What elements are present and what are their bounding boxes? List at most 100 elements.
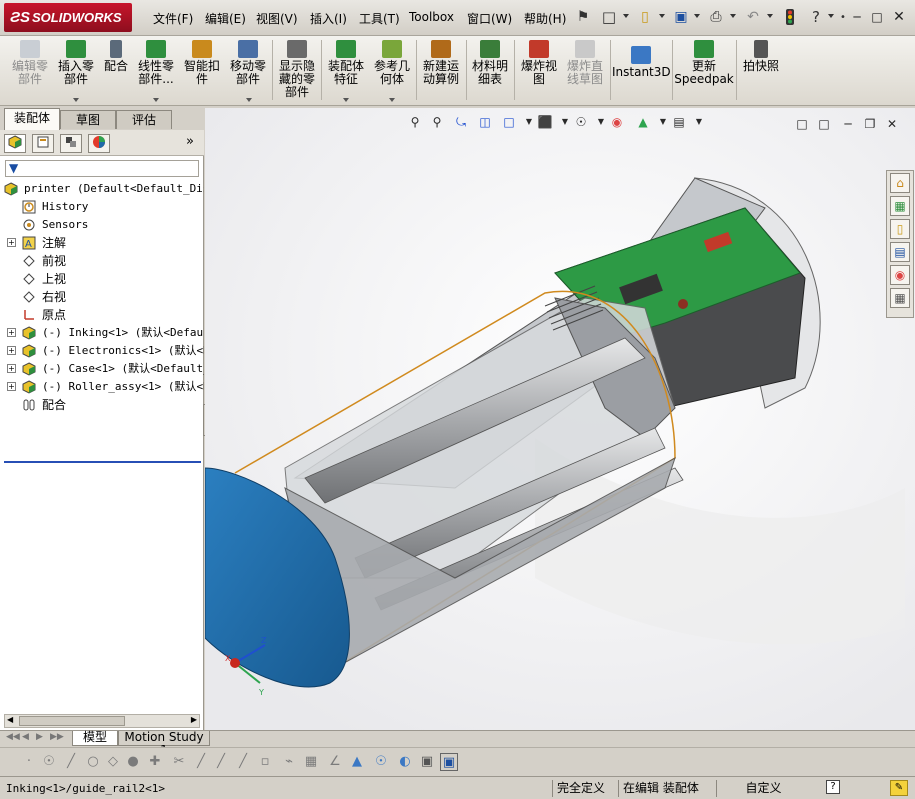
tree-item[interactable]: + (-) Inking<1> (默认<Defaul <box>0 324 204 342</box>
search-icon[interactable]: ▤ <box>890 242 910 262</box>
configuration-manager-tab[interactable] <box>60 134 82 153</box>
show-hidden-components-button[interactable]: 显示隐 藏的零 部件 <box>275 40 319 99</box>
expand-toggle-icon[interactable]: + <box>7 364 16 373</box>
rebuild-icon[interactable] <box>781 8 799 26</box>
tab-scroll-last-icon[interactable]: ▶▶ <box>50 732 64 742</box>
reference-geometry-dropdown[interactable] <box>389 98 395 102</box>
point-icon[interactable]: · <box>20 753 38 771</box>
doc-minimize-icon[interactable]: ─ <box>840 116 856 132</box>
origin-marker-icon[interactable]: ☉ <box>372 753 390 771</box>
close-icon[interactable]: ✕ <box>890 9 908 25</box>
rollback-bar[interactable] <box>4 461 201 463</box>
apply-scene-dropdown[interactable]: ▼ <box>655 114 671 130</box>
doc-restore-icon[interactable]: ❐ <box>862 116 878 132</box>
new-motion-study-button[interactable]: 新建运 动算例 <box>418 40 464 86</box>
restore-icon[interactable]: □ <box>868 9 886 25</box>
display-style-icon[interactable]: ⬛ <box>537 114 553 130</box>
tab-scroll-first-icon[interactable]: ◀◀ <box>6 732 20 742</box>
filter-icon[interactable]: ▼ <box>9 161 18 175</box>
tree-filter-input[interactable]: ▼ <box>5 160 199 177</box>
tab-evaluate[interactable]: 评估 <box>116 110 172 129</box>
print-dropdown-arrow[interactable] <box>730 14 736 18</box>
tab-sketch[interactable]: 草图 <box>60 110 116 129</box>
tree-item[interactable]: 上视 <box>0 270 204 288</box>
feature-manager-tab[interactable] <box>4 134 26 153</box>
tab-motion-study[interactable]: Motion Study 1 <box>118 731 210 757</box>
tree-item[interactable]: 右视 <box>0 288 204 306</box>
circle-icon[interactable]: ☉ <box>40 753 58 771</box>
scroll-thumb[interactable] <box>19 716 125 726</box>
view-orientation-icon[interactable]: □ <box>501 114 517 130</box>
mirror-icon[interactable]: ✚ <box>146 753 164 771</box>
move-component-button[interactable]: 移动零 部件 <box>227 40 269 86</box>
hide-show-items-icon[interactable]: ☉ <box>573 114 589 130</box>
zoom-to-area-icon[interactable]: ⚲ <box>429 114 445 130</box>
tree-item[interactable]: Sensors <box>0 216 204 234</box>
apply-scene-icon[interactable]: ▲ <box>635 114 651 130</box>
assembly-features-button[interactable]: 装配体 特征 <box>324 40 368 86</box>
diamond-icon[interactable]: ◇ <box>104 753 122 771</box>
dimension-icon[interactable]: ⌁ <box>280 753 298 771</box>
display-style-dropdown[interactable]: ▼ <box>557 114 573 130</box>
3d-sketch-icon[interactable]: ▲ <box>348 753 366 771</box>
tab-model[interactable]: 模型 <box>72 731 118 746</box>
appearances-icon[interactable]: ◉ <box>890 265 910 285</box>
new-document-icon[interactable]: □ <box>600 8 618 26</box>
menu-edit[interactable]: 编辑(E) <box>205 10 246 27</box>
previous-view-icon[interactable]: ⤿ <box>453 114 469 130</box>
quick-tip-icon[interactable]: ✎ <box>890 780 908 796</box>
new-dropdown-arrow[interactable] <box>623 14 629 18</box>
menu-tools[interactable]: 工具(T) <box>359 10 400 27</box>
polygon-icon[interactable]: ● <box>124 753 142 771</box>
help-icon[interactable]: ? <box>807 8 825 26</box>
edit-component-button[interactable]: 编辑零 部件 <box>6 40 54 86</box>
offset-icon[interactable]: ╱ <box>234 753 252 771</box>
open-folder-icon[interactable]: ▯ <box>636 8 654 26</box>
angle-icon[interactable]: ∠ <box>326 753 344 771</box>
ellipse-icon[interactable]: ○ <box>84 753 102 771</box>
tree-item[interactable]: 原点 <box>0 306 204 324</box>
tab-scroll-prev-icon[interactable]: ◀ <box>22 732 29 742</box>
property-manager-tab[interactable] <box>32 134 54 153</box>
box-icon[interactable]: ▣ <box>418 753 436 771</box>
menu-help[interactable]: 帮助(H) <box>524 10 566 27</box>
mate-button[interactable]: 配合 <box>100 40 132 73</box>
view-settings-dropdown[interactable]: ▼ <box>691 114 707 130</box>
zoom-to-fit-icon[interactable]: ⚲ <box>407 114 423 130</box>
line-icon[interactable]: ╱ <box>62 753 80 771</box>
display-manager-tab[interactable] <box>88 134 110 153</box>
custom-properties-icon[interactable]: ▦ <box>890 288 910 308</box>
grid-icon[interactable]: ▦ <box>302 753 320 771</box>
slot-icon[interactable]: ╱ <box>212 753 230 771</box>
bill-of-materials-button[interactable]: 材料明 细表 <box>468 40 512 86</box>
scroll-left-icon[interactable]: ◀ <box>7 715 13 724</box>
save-icon[interactable]: ▣ <box>672 8 690 26</box>
solidworks-logo[interactable]: ƧS SOLIDWORKS <box>4 3 132 32</box>
plane-marker-icon[interactable]: ◐ <box>396 753 414 771</box>
assembly-features-dropdown[interactable] <box>343 98 349 102</box>
tree-horizontal-scrollbar[interactable]: ◀ ▶ <box>4 714 200 728</box>
rebuild-indicator-icon[interactable]: ? <box>826 780 840 794</box>
file-explorer-icon[interactable]: ▯ <box>890 219 910 239</box>
hide-show-dropdown[interactable]: ▼ <box>593 114 609 130</box>
menu-file[interactable]: 文件(F) <box>153 10 193 27</box>
tree-item[interactable]: + (-) Electronics<1> (默认<De <box>0 342 204 360</box>
insert-component-dropdown[interactable] <box>73 98 79 102</box>
viewport-next-icon[interactable]: □ <box>816 116 832 132</box>
linear-pattern-button[interactable]: 线性零 部件... <box>133 40 179 86</box>
instant3d-button[interactable]: Instant3D <box>612 46 671 79</box>
expand-toggle-icon[interactable]: + <box>7 328 16 337</box>
insert-component-button[interactable]: 插入零 部件 <box>54 40 98 86</box>
undo-dropdown-arrow[interactable] <box>767 14 773 18</box>
expand-toggle-icon[interactable]: + <box>7 238 16 247</box>
graphics-area[interactable]: Z Y X <box>205 108 915 730</box>
units-status[interactable]: 自定义 <box>716 780 806 797</box>
save-dropdown-arrow[interactable] <box>694 14 700 18</box>
menu-view[interactable]: 视图(V) <box>256 10 298 27</box>
section-view-icon[interactable]: ◫ <box>477 114 493 130</box>
printer-model-render[interactable]: Z Y X <box>205 108 915 730</box>
undo-icon[interactable]: ↶ <box>744 8 762 26</box>
menu-toolbox[interactable]: Toolbox <box>409 10 454 24</box>
smart-fasteners-button[interactable]: 智能扣 件 <box>181 40 223 86</box>
menu-window[interactable]: 窗口(W) <box>467 10 512 27</box>
